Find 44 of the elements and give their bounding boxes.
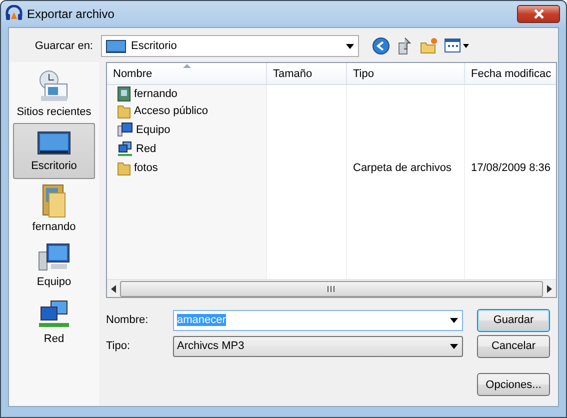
file-name[interactable]: Red <box>136 142 156 154</box>
dropdown-arrow-icon <box>346 44 354 48</box>
scroll-right-icon[interactable] <box>545 284 553 292</box>
folder-icon <box>117 160 131 176</box>
location-label: Guarcar en: <box>34 40 94 52</box>
dialog-button[interactable]: Cancelar <box>477 334 550 358</box>
folder-icon <box>117 102 131 118</box>
file-name[interactable]: Equipo <box>136 124 170 136</box>
column-header[interactable]: Nombre <box>107 63 267 85</box>
file-date: 17/08/2009 8:36 <box>471 162 551 174</box>
grip-icon <box>327 286 336 292</box>
user-folder-icon <box>117 86 131 102</box>
view-menu-icon[interactable] <box>444 38 470 54</box>
close-button[interactable] <box>517 5 560 23</box>
headphones-icon <box>5 4 23 20</box>
scroll-left-icon[interactable] <box>110 284 118 292</box>
places-item[interactable]: Red <box>13 294 95 350</box>
back-icon[interactable] <box>372 37 390 55</box>
up-folder-icon[interactable] <box>396 37 414 55</box>
places-item[interactable]: fernando <box>13 180 95 236</box>
dialog-button[interactable]: Opciones... <box>477 373 550 396</box>
location-dropdown[interactable]: Escritorio <box>101 35 359 57</box>
places-item[interactable]: Equipo <box>13 237 95 293</box>
computer-icon <box>117 122 133 137</box>
filename-label: Nombre: <box>106 314 150 326</box>
window-title: Exportar archivo <box>27 7 116 21</box>
file-type: Carpeta de archivos <box>353 162 452 174</box>
dropdown-arrow-icon <box>450 344 458 348</box>
monitor-icon <box>106 40 126 52</box>
filetype-dropdown[interactable]: Archivcs MP3 <box>173 336 463 356</box>
close-icon <box>532 9 544 19</box>
dropdown-arrow-icon <box>450 318 458 322</box>
file-name[interactable]: fernando <box>134 88 178 100</box>
file-name[interactable]: fotos <box>134 162 158 174</box>
dialog-button[interactable]: Guardar <box>477 308 550 332</box>
column-header[interactable]: Tipo <box>347 63 465 85</box>
filetype-label: Tipo: <box>106 340 132 352</box>
new-folder-icon[interactable] <box>420 37 438 55</box>
horizontal-scrollbar[interactable] <box>107 279 556 297</box>
network-icon <box>117 140 133 156</box>
places-item[interactable]: Escritorio <box>13 123 95 179</box>
column-header[interactable]: Tamaño <box>267 63 347 85</box>
file-name[interactable]: Acceso público <box>134 104 208 116</box>
places-item[interactable]: Sitios recientes <box>13 66 95 122</box>
